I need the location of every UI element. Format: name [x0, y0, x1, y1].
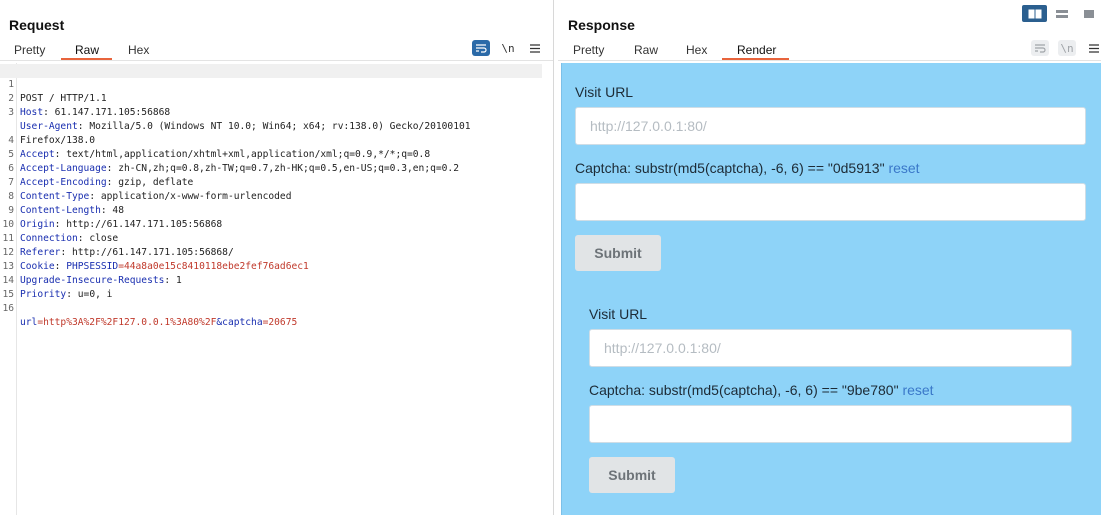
- header-value: 61.147.171.105:56868: [48, 107, 171, 118]
- response-pane: Response Pretty Raw Hex Render \n Visit …: [558, 0, 1101, 515]
- header-value: u=0, i: [72, 289, 113, 300]
- header-value: application/x-www-form-urlencoded: [95, 191, 292, 202]
- header-line-continued: Firefox/138.0: [20, 135, 96, 146]
- menu-icon[interactable]: [526, 40, 544, 56]
- newline-icon[interactable]: \n: [499, 40, 517, 56]
- param-value: =20675: [262, 317, 298, 328]
- captcha-input[interactable]: [575, 183, 1086, 221]
- url-input[interactable]: http://127.0.0.1:80/: [589, 329, 1072, 367]
- header-line: 4 Accept: text/html,application/xhtml+xm…: [8, 135, 431, 160]
- header-line: 14 Priority: u=0, i: [2, 275, 113, 300]
- param-value: =http%3A%2F%2F127.0.0.1%3A80%2F: [37, 317, 217, 328]
- header-value: close: [83, 233, 119, 244]
- url-input[interactable]: http://127.0.0.1:80/: [575, 107, 1086, 145]
- request-tabs: Pretty Raw Hex: [0, 40, 553, 61]
- tab-pretty[interactable]: Pretty: [573, 43, 604, 57]
- header-value: Mozilla/5.0 (Windows NT 10.0; Win64; x64…: [83, 121, 471, 132]
- url-label: Visit URL: [589, 306, 648, 322]
- request-pane: Request Pretty Raw Hex \n 1 POST / HTTP/…: [0, 0, 554, 515]
- captcha-label: Captcha: substr(md5(captcha), -6, 6) == …: [589, 382, 934, 398]
- request-title: Request: [9, 17, 65, 33]
- request-line: 1 POST / HTTP/1.1: [0, 64, 542, 104]
- wrap-icon[interactable]: [472, 40, 490, 56]
- newline-icon[interactable]: \n: [1058, 40, 1076, 56]
- cookie-line: 12 Cookie: PHPSESSID=44a8a0e15c8410118eb…: [2, 247, 309, 272]
- param-key: url: [20, 317, 38, 328]
- blank-line: 15: [2, 289, 14, 300]
- cookie-value: =44a8a0e15c8410118ebe2fef76ad6ec1: [118, 261, 309, 272]
- tab-pretty[interactable]: Pretty: [14, 43, 45, 57]
- active-tab-underline: [61, 58, 112, 60]
- header-line: 13 Upgrade-Insecure-Requests: 1: [2, 261, 182, 286]
- header-line: 6 Accept-Encoding: gzip, deflate: [8, 163, 194, 188]
- header-key: Upgrade-Insecure-Requests: [20, 275, 165, 286]
- active-tab-underline: [722, 58, 789, 60]
- reset-link[interactable]: reset: [888, 160, 919, 176]
- tab-render[interactable]: Render: [737, 43, 776, 57]
- header-line: 2 Host: 61.147.171.105:56868: [8, 93, 171, 118]
- submit-button[interactable]: Submit: [575, 235, 661, 271]
- header-line: 3 User-Agent: Mozilla/5.0 (Windows NT 10…: [8, 107, 471, 132]
- captcha-input[interactable]: [589, 405, 1072, 443]
- header-value: http://61.147.171.105:56868: [60, 219, 223, 230]
- header-line: 7 Content-Type: application/x-www-form-u…: [8, 177, 292, 202]
- param-key: &captcha: [216, 317, 263, 328]
- menu-icon[interactable]: [1085, 40, 1101, 56]
- header-value: zh-CN,zh;q=0.8,zh-TW;q=0.7,zh-HK;q=0.5,e…: [112, 163, 459, 174]
- tab-raw[interactable]: Raw: [75, 43, 99, 57]
- header-value: text/html,application/xhtml+xml,applicat…: [60, 149, 431, 160]
- render-view: Visit URL http://127.0.0.1:80/ Captcha: …: [561, 63, 1101, 515]
- header-line: 10 Connection: close: [2, 219, 119, 244]
- header-value: 48: [106, 205, 124, 216]
- header-value: http://61.147.171.105:56868/: [66, 247, 234, 258]
- tab-hex[interactable]: Hex: [686, 43, 707, 57]
- header-line: 11 Referer: http://61.147.171.105:56868/: [2, 233, 234, 258]
- header-line: 8 Content-Length: 48: [8, 191, 124, 216]
- response-title: Response: [568, 17, 635, 33]
- response-tabs: Pretty Raw Hex Render: [558, 40, 1101, 61]
- cookie-name: PHPSESSID: [66, 261, 119, 272]
- url-label: Visit URL: [575, 84, 634, 100]
- wrap-icon[interactable]: [1031, 40, 1049, 56]
- captcha-label: Captcha: substr(md5(captcha), -6, 6) == …: [575, 160, 920, 176]
- reset-link[interactable]: reset: [902, 382, 933, 398]
- header-line: 9 Origin: http://61.147.171.105:56868: [8, 205, 223, 230]
- header-value: gzip, deflate: [112, 177, 194, 188]
- body-line: 16 url=http%3A%2F%2F127.0.0.1%3A80%2F&ca…: [2, 303, 298, 328]
- header-value: 1: [170, 275, 182, 286]
- header-line: 5 Accept-Language: zh-CN,zh;q=0.8,zh-TW;…: [8, 149, 459, 174]
- tab-hex[interactable]: Hex: [128, 43, 149, 57]
- submit-button[interactable]: Submit: [589, 457, 675, 493]
- request-editor[interactable]: 1 POST / HTTP/1.1 2 Host: 61.147.171.105…: [0, 63, 553, 515]
- tab-raw[interactable]: Raw: [634, 43, 658, 57]
